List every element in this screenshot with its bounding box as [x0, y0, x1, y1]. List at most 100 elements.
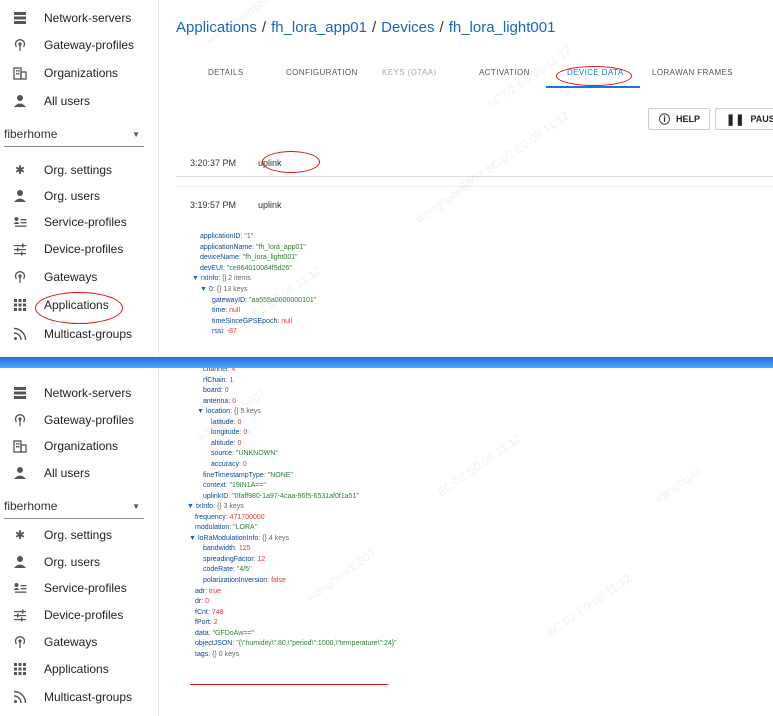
json-key: codeRate	[203, 566, 233, 574]
nav-organizations[interactable]: Organizations	[0, 60, 158, 86]
expand-triangle-icon[interactable]: ▼	[189, 535, 196, 542]
expand-triangle-icon[interactable]: ▼	[192, 275, 199, 282]
nav-label: Device-profiles	[44, 608, 124, 622]
nav-label: All users	[44, 94, 91, 108]
nav-network-servers[interactable]: Network-servers	[0, 380, 158, 406]
json-line[interactable]: ▼ 0: {} 13 keys	[200, 285, 247, 295]
active-tab-indicator	[546, 86, 640, 88]
nav-network-servers[interactable]: Network-servers	[0, 5, 158, 31]
json-key: accuracy	[211, 460, 240, 468]
nav-label: Network-servers	[44, 386, 132, 400]
nav-label: All users	[44, 466, 91, 480]
pause-button[interactable]: ❚❚ PAUS	[715, 108, 773, 130]
breadcrumb-application[interactable]: fh_lora_app01	[271, 19, 367, 36]
json-line[interactable]: ▼ location: {} 5 keys	[197, 407, 261, 417]
nav-label: Gateway-profiles	[44, 413, 135, 427]
json-key: channel	[203, 368, 228, 373]
nav-org-users[interactable]: Org. users	[0, 183, 158, 209]
nav-label: Organizations	[44, 439, 119, 453]
tune-icon	[12, 607, 28, 623]
json-key: time	[212, 307, 226, 315]
json-key: loRaModulationInfo	[197, 534, 259, 542]
json-value: {} 13 keys	[216, 286, 248, 293]
organization-select[interactable]: fiberhome ▼	[4, 494, 144, 519]
nav-organizations[interactable]: Organizations	[0, 433, 158, 459]
json-key: rssi	[212, 328, 223, 336]
tab-keys-otaa[interactable]: KEYS (OTAA)	[382, 68, 436, 77]
nav-org-users[interactable]: Org. users	[0, 549, 158, 575]
event-row[interactable]: 3:19:57 PM uplink	[176, 186, 773, 211]
device-tabs: DETAILS CONFIGURATION KEYS (OTAA) ACTIVA…	[176, 60, 773, 90]
json-line[interactable]: ▼ loRaModulationInfo: {} 4 keys	[189, 534, 289, 544]
json-key: context	[203, 482, 226, 490]
nav-device-profiles[interactable]: Device-profiles	[0, 602, 158, 628]
tune-icon	[12, 241, 28, 257]
nav-label: Network-servers	[44, 11, 132, 25]
json-line[interactable]: ▼ rxInfo: [] 2 items	[192, 274, 251, 284]
sidebar: Network-servers Gateway-profiles Organiz…	[0, 368, 159, 716]
organization-select[interactable]: fiberhome ▼	[4, 122, 144, 147]
json-key: latitude	[211, 418, 234, 426]
json-value: 0	[205, 598, 210, 606]
nav-gateway-profiles[interactable]: Gateway-profiles	[0, 407, 158, 433]
help-button[interactable]: ⓘ HELP	[648, 108, 710, 130]
screenshot-divider	[0, 357, 773, 368]
nav-gateway-profiles[interactable]: Gateway-profiles	[0, 32, 158, 58]
breadcrumb-device[interactable]: fh_lora_light001	[449, 19, 556, 36]
json-line: dr: 0	[195, 598, 210, 606]
expand-triangle-icon[interactable]: ▼	[187, 503, 194, 510]
bottom-screenshot: Network-servers Gateway-profiles Organiz…	[0, 368, 773, 716]
nav-org-settings[interactable]: ✱ Org. settings	[0, 157, 158, 183]
nav-all-users[interactable]: All users	[0, 88, 158, 114]
json-line: rfChain: 1	[203, 376, 234, 384]
breadcrumb-applications[interactable]: Applications	[176, 19, 257, 36]
server-icon	[12, 10, 28, 26]
json-value: "19IN1A=="	[229, 482, 266, 490]
nav-label: Org. users	[44, 555, 101, 569]
antenna-icon	[12, 269, 28, 285]
json-key: adr	[195, 587, 206, 595]
organization-select-value: fiberhome	[4, 499, 58, 513]
breadcrumb: Applications / fh_lora_app01/Devices / fh_lo…	[176, 19, 556, 36]
nav-device-profiles[interactable]: Device-profiles	[0, 236, 158, 262]
nav-applications[interactable]: Applications	[0, 656, 158, 682]
nav-applications[interactable]: Applications	[0, 292, 158, 318]
json-value: "0faff980-1a97-4caa-96f5-6531af0f1a51"	[232, 492, 359, 500]
json-line: time: null	[212, 307, 241, 315]
nav-label: Gateway-profiles	[44, 38, 135, 52]
person-icon	[12, 554, 28, 570]
expand-triangle-icon[interactable]: ▼	[197, 408, 204, 415]
json-line: codeRate: "4/5"	[203, 566, 252, 574]
json-key: txInfo	[195, 503, 214, 511]
json-key: deviceName	[200, 254, 239, 262]
nav-multicast-groups[interactable]: Multicast-groups	[0, 321, 158, 347]
nav-service-profiles[interactable]: Service-profiles	[0, 575, 158, 601]
breadcrumb-devices[interactable]: Devices	[381, 19, 434, 36]
json-line: rssi: -87	[212, 328, 237, 336]
tab-activation[interactable]: ACTIVATION	[479, 68, 530, 77]
tab-configuration[interactable]: CONFIGURATION	[286, 68, 358, 77]
json-line: accuracy: 0	[211, 460, 247, 468]
nav-label: Org. settings	[44, 163, 113, 177]
json-line[interactable]: ▼ txInfo: {} 3 keys	[187, 502, 244, 512]
json-line: latitude: 0	[211, 418, 242, 426]
nav-org-settings[interactable]: ✱ Org. settings	[0, 522, 158, 548]
nav-service-profiles[interactable]: Service-profiles	[0, 209, 158, 235]
json-line: timeSinceGPSEpoch: null	[212, 317, 293, 325]
tab-details[interactable]: DETAILS	[208, 68, 244, 77]
json-key: modulation	[195, 524, 230, 532]
tab-lorawan-frames[interactable]: LORAWAN FRAMES	[652, 68, 733, 77]
json-value: 0	[237, 439, 242, 447]
expand-triangle-icon[interactable]: ▼	[200, 286, 207, 293]
nav-multicast-groups[interactable]: Multicast-groups	[0, 684, 158, 710]
tab-device-data[interactable]: DEVICE DATA	[567, 68, 624, 77]
json-value: {} 3 keys	[216, 503, 244, 511]
nav-gateways[interactable]: Gateways	[0, 629, 158, 655]
nav-gateways[interactable]: Gateways	[0, 264, 158, 290]
json-key: fPort	[195, 619, 210, 627]
event-row[interactable]: 3:20:37 PM uplink	[176, 147, 773, 177]
nav-all-users[interactable]: All users	[0, 460, 158, 486]
json-value: {} 5 keys	[233, 408, 261, 416]
json-key: antenna	[203, 397, 229, 405]
json-value: "NONE"	[267, 471, 293, 479]
